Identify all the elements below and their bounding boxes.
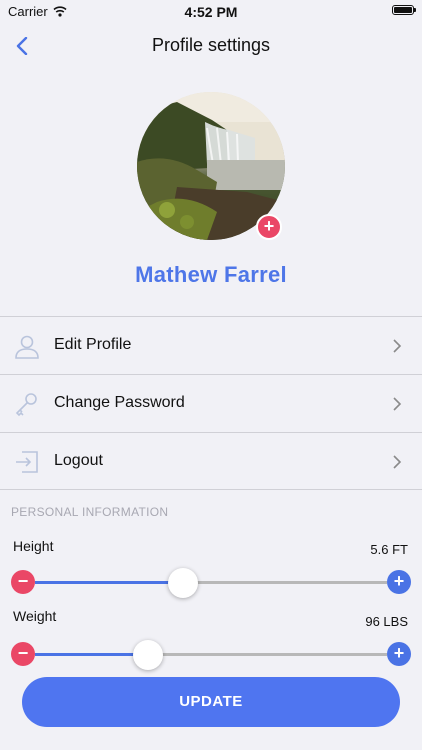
menu-item-label: Logout (54, 452, 103, 469)
weight-increase-button[interactable]: + (387, 642, 411, 666)
weight-label: Weight (13, 608, 57, 624)
logout-icon (16, 451, 38, 473)
status-bar: Carrier 4:52 PM (0, 0, 422, 22)
height-slider-fill (35, 581, 183, 584)
user-name: Mathew Farrel (135, 262, 287, 287)
height-slider-track[interactable] (35, 568, 387, 598)
weight-slider: − + (11, 640, 411, 670)
section-header: PERSONAL INFORMATION (11, 505, 169, 519)
battery-icon (392, 5, 416, 15)
height-value: 5.6 FT (370, 542, 408, 557)
status-time: 4:52 PM (184, 4, 238, 20)
page-title: Profile settings (151, 35, 271, 55)
settings-menu: Edit Profile Change Password Logout (0, 316, 422, 490)
height-slider-thumb[interactable] (167, 568, 198, 598)
weight-slider-thumb[interactable] (132, 640, 163, 670)
height-increase-button[interactable]: + (387, 570, 411, 594)
weight-value: 96 LBS (365, 614, 408, 629)
key-icon (15, 393, 37, 417)
chevron-right-icon (393, 455, 402, 469)
height-slider: − + (11, 568, 411, 598)
weight-slider-track[interactable] (35, 640, 387, 670)
height-decrease-button[interactable]: − (11, 570, 35, 594)
menu-item-label: Edit Profile (54, 336, 132, 353)
menu-item-change-password[interactable]: Change Password (0, 374, 422, 432)
update-button[interactable]: UPDATE (22, 677, 400, 727)
weight-decrease-button[interactable]: − (11, 642, 35, 666)
weight-slider-fill (35, 653, 148, 656)
chevron-right-icon (393, 339, 402, 353)
menu-item-edit-profile[interactable]: Edit Profile (0, 316, 422, 374)
add-photo-button[interactable]: + (256, 214, 282, 240)
chevron-right-icon (393, 397, 402, 411)
avatar-container: + (137, 92, 285, 240)
height-label: Height (13, 538, 54, 554)
menu-item-label: Change Password (54, 394, 185, 411)
menu-item-logout[interactable]: Logout (0, 432, 422, 490)
user-icon (15, 335, 39, 359)
nav-bar: Profile settings (0, 26, 422, 66)
